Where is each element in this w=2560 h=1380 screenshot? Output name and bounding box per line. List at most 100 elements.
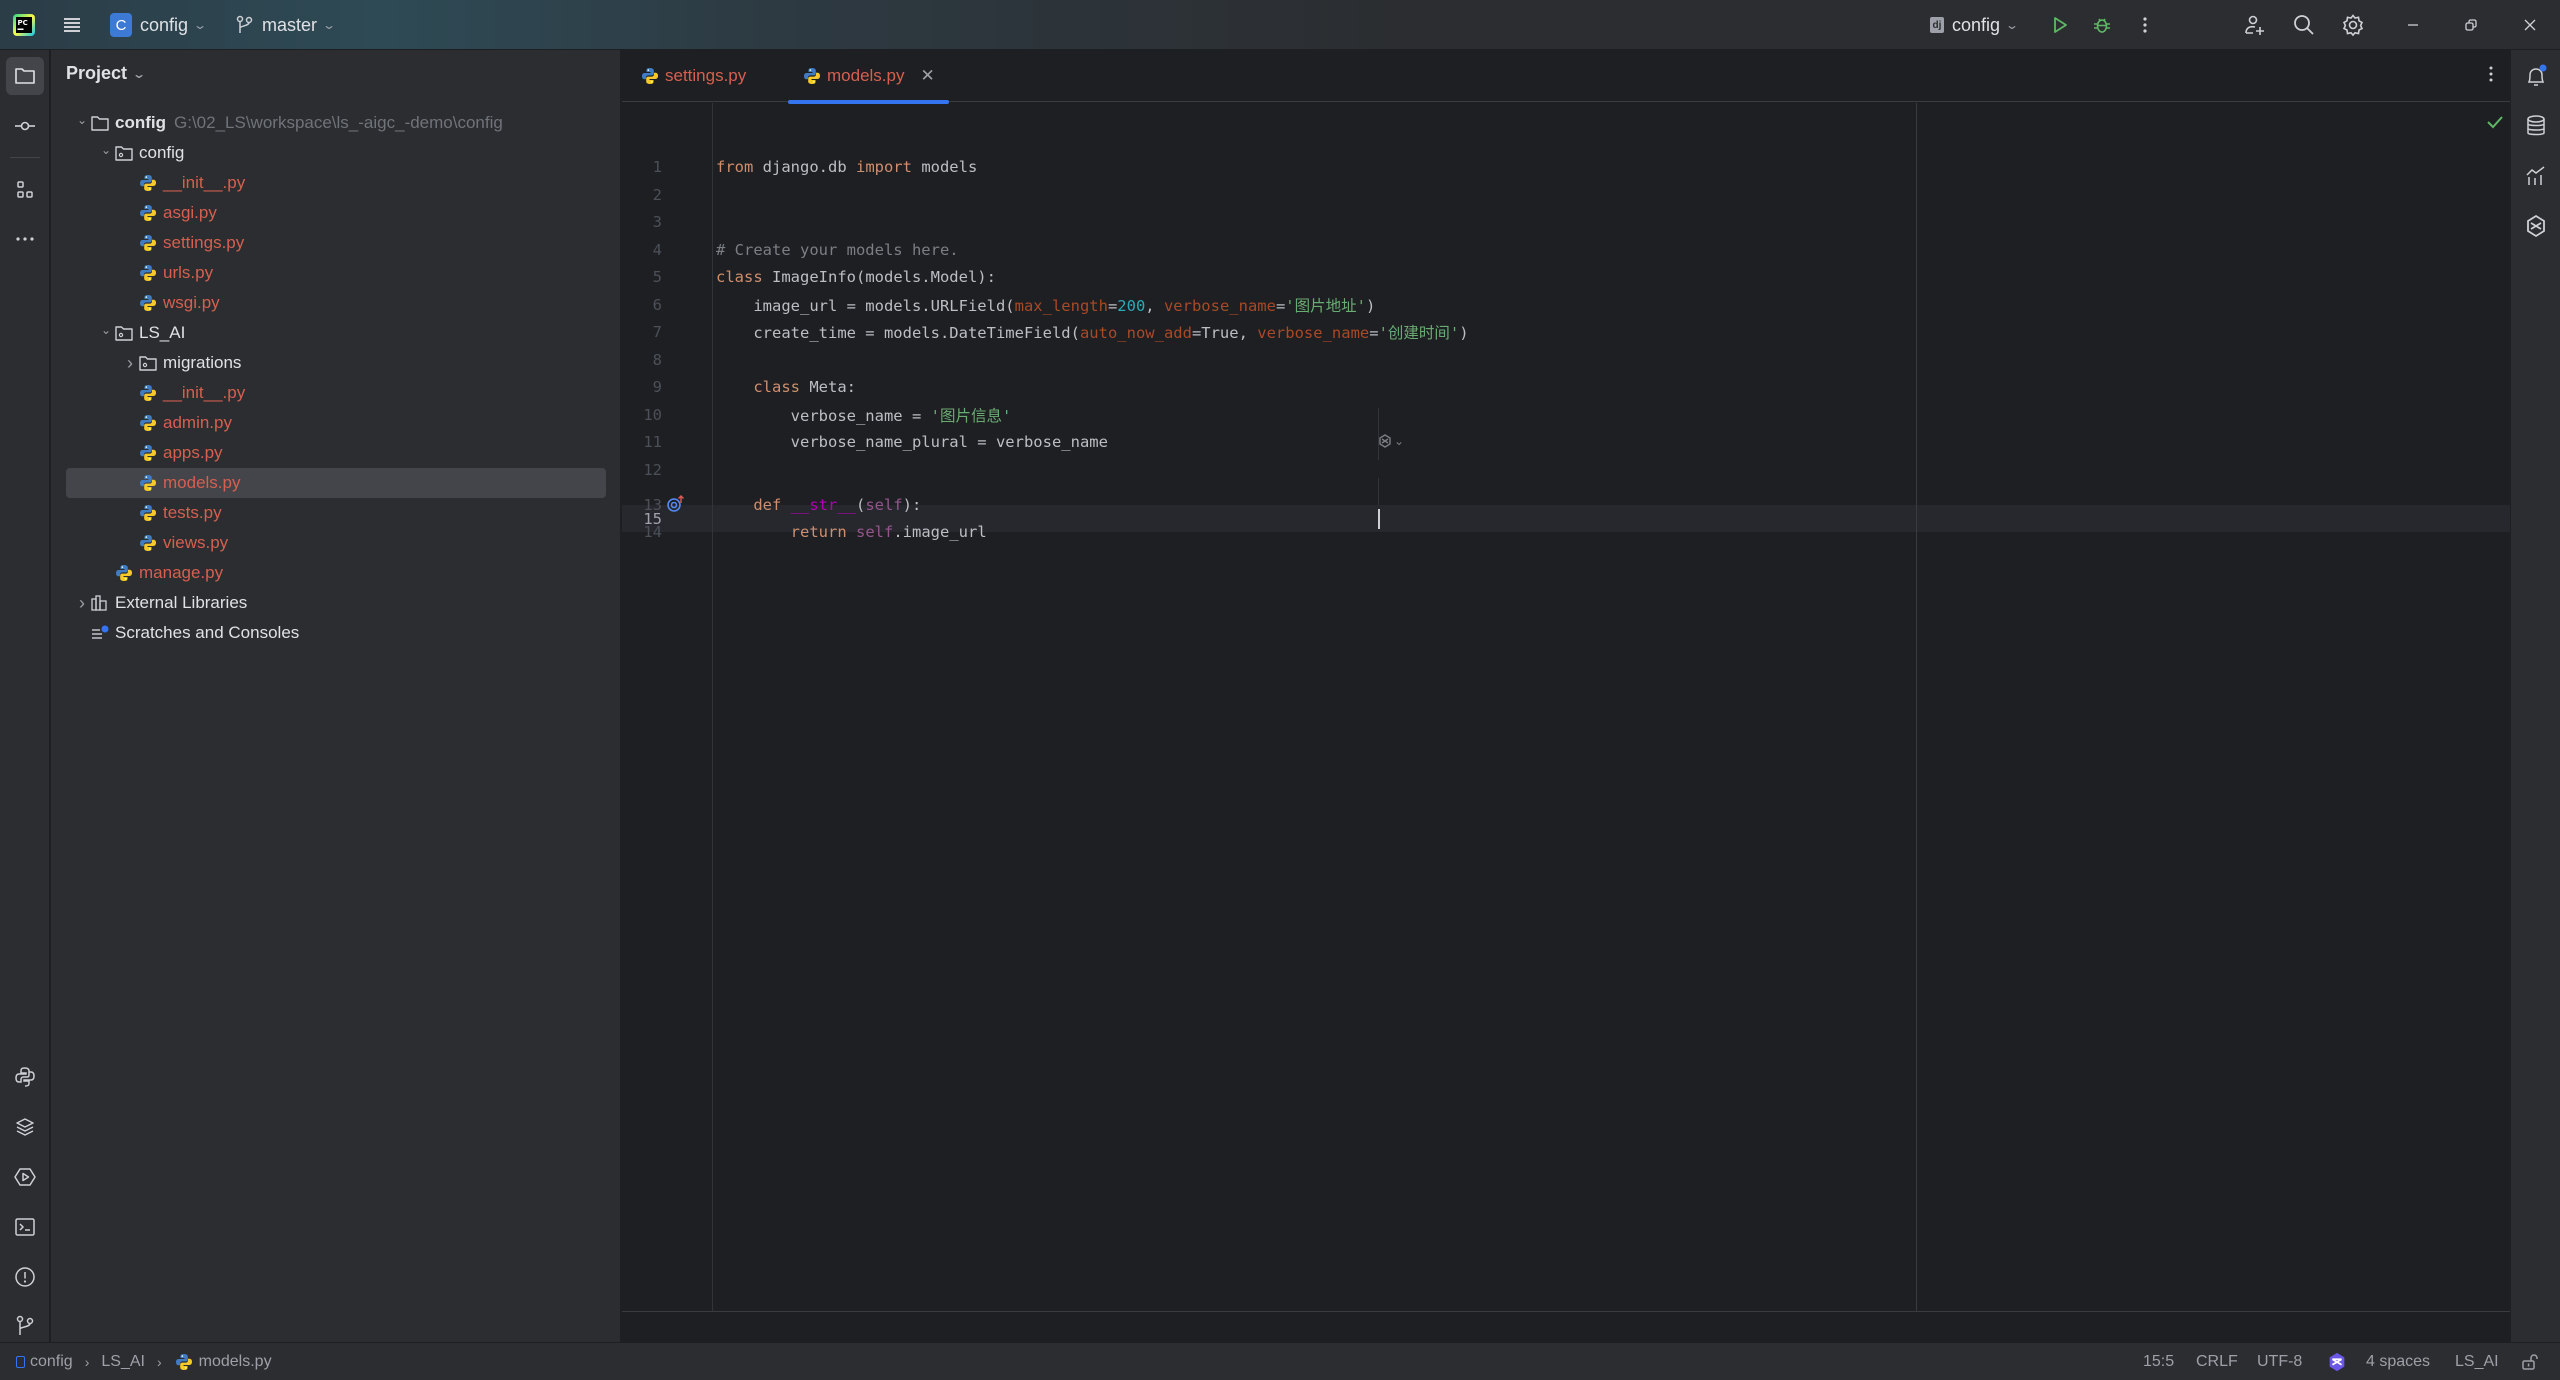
code-line[interactable]: 12: [622, 456, 2502, 483]
close-tab-icon[interactable]: ✕: [920, 66, 934, 86]
code-text: class ImageInfo(models.Model):: [716, 268, 996, 286]
breadcrumb-item[interactable]: LS_AI: [101, 1353, 145, 1371]
code-line[interactable]: 6 image_url = models.URLField(max_length…: [622, 291, 2502, 318]
python-file-icon: [138, 174, 158, 192]
tree-item[interactable]: admin.py: [66, 408, 606, 438]
tree-item[interactable]: › External Libraries: [66, 588, 606, 618]
debug-button[interactable]: [2087, 10, 2117, 40]
tree-item[interactable]: apps.py: [66, 438, 606, 468]
code-line[interactable]: 8: [622, 346, 2502, 373]
vcs-branch-widget[interactable]: master ⌄: [236, 0, 336, 50]
tree-item[interactable]: tests.py: [66, 498, 606, 528]
close-window-button[interactable]: [2515, 10, 2545, 40]
settings-button[interactable]: [2338, 10, 2368, 40]
tree-item[interactable]: asgi.py: [66, 198, 606, 228]
file-encoding[interactable]: UTF-8: [2257, 1343, 2302, 1380]
tree-item[interactable]: __init__.py: [66, 378, 606, 408]
line-number[interactable]: 3: [622, 213, 662, 231]
code-line[interactable]: 4 # Create your models here.: [622, 236, 2502, 263]
ai-assistant-inlay[interactable]: ⌄: [1378, 431, 1404, 451]
line-number[interactable]: 6: [622, 296, 662, 314]
code-line[interactable]: 11 verbose_name_plural = verbose_name: [622, 428, 2502, 455]
line-number[interactable]: 8: [622, 351, 662, 369]
python-packages-button[interactable]: [6, 1108, 44, 1146]
code-line[interactable]: 2: [622, 181, 2502, 208]
caret-position[interactable]: 15:5: [2143, 1343, 2174, 1380]
terminal-button[interactable]: [6, 1208, 44, 1246]
chevron-down-icon[interactable]: ⌄: [74, 113, 90, 127]
gear-icon: [2342, 14, 2364, 37]
line-number[interactable]: 12: [622, 461, 662, 479]
database-button[interactable]: [2517, 107, 2555, 145]
code-line[interactable]: 7 create_time = models.DateTimeField(aut…: [622, 318, 2502, 345]
sciview-button[interactable]: [2517, 157, 2555, 195]
tree-item-label: __init__.py: [163, 383, 246, 402]
minimize-icon: [2408, 24, 2418, 26]
line-number[interactable]: 2: [622, 186, 662, 204]
read-only-toggle[interactable]: [2521, 1343, 2539, 1380]
code-line[interactable]: 3: [622, 208, 2502, 235]
code-line[interactable]: 9 class Meta:: [622, 373, 2502, 400]
code-line[interactable]: 5 class ImageInfo(models.Model):: [622, 263, 2502, 290]
main-menu-button[interactable]: [60, 0, 84, 50]
tree-item[interactable]: urls.py: [66, 258, 606, 288]
python-console-button[interactable]: [6, 1058, 44, 1096]
restore-button[interactable]: [2456, 10, 2486, 40]
line-number[interactable]: 5: [622, 268, 662, 286]
chevron-down-icon[interactable]: ⌄: [98, 323, 114, 337]
search-everywhere-button[interactable]: [2289, 10, 2319, 40]
tree-item[interactable]: Scratches and Consoles: [66, 618, 606, 648]
breadcrumb-item[interactable]: models.py: [199, 1353, 272, 1371]
ai-assistant-button[interactable]: [2517, 207, 2555, 245]
tab-actions-button[interactable]: [2488, 64, 2494, 89]
no-problems-check-icon[interactable]: [2486, 114, 2504, 134]
minimize-button[interactable]: [2398, 10, 2428, 40]
tab-settings-py[interactable]: settings.py: [640, 50, 746, 102]
chevron-right-icon[interactable]: ›: [74, 593, 90, 614]
line-number[interactable]: 9: [622, 378, 662, 396]
project-widget[interactable]: C config ⌄: [110, 0, 207, 50]
tree-item[interactable]: ⌄ config G:\02_LS\workspace\ls_-aigc_-demo…: [66, 108, 606, 138]
code-with-me-button[interactable]: [2240, 10, 2270, 40]
commit-tool-button[interactable]: [6, 107, 44, 145]
line-number[interactable]: 15: [622, 510, 662, 528]
tree-item[interactable]: settings.py: [66, 228, 606, 258]
problems-button[interactable]: [6, 1258, 44, 1296]
tree-item[interactable]: views.py: [66, 528, 606, 558]
project-view-selector[interactable]: Project ⌄: [66, 63, 146, 84]
tree-item[interactable]: › migrations: [66, 348, 606, 378]
tab-models-py[interactable]: models.py ✕: [788, 50, 949, 104]
structure-tool-button[interactable]: [6, 171, 44, 209]
line-number[interactable]: 7: [622, 323, 662, 341]
more-tools-button[interactable]: [6, 220, 44, 258]
breadcrumb-item[interactable]: config: [30, 1353, 73, 1371]
python-interpreter[interactable]: LS_AI: [2455, 1343, 2499, 1380]
line-number[interactable]: 11: [622, 433, 662, 451]
tree-item[interactable]: ⌄ config: [66, 138, 606, 168]
line-number[interactable]: 10: [622, 406, 662, 424]
tree-item[interactable]: manage.py: [66, 558, 606, 588]
run-config-selector[interactable]: dj config ⌄: [1930, 0, 2019, 50]
project-tool-button[interactable]: [6, 57, 44, 95]
line-separator[interactable]: CRLF: [2196, 1343, 2238, 1380]
notifications-button[interactable]: [2517, 57, 2555, 95]
services-button[interactable]: [6, 1158, 44, 1196]
line-number[interactable]: 1: [622, 158, 662, 176]
ai-status-button[interactable]: [2326, 1343, 2348, 1380]
line-number[interactable]: 4: [622, 241, 662, 259]
tree-item[interactable]: __init__.py: [66, 168, 606, 198]
code-line[interactable]: 15: [622, 505, 2502, 532]
code-line[interactable]: 10 verbose_name = '图片信息': [622, 401, 2502, 428]
git-button[interactable]: [6, 1307, 44, 1345]
run-button[interactable]: [2045, 10, 2075, 40]
tree-item[interactable]: ⌄ LS_AI: [66, 318, 606, 348]
more-actions-button[interactable]: [2130, 10, 2160, 40]
tree-item[interactable]: models.py: [66, 468, 606, 498]
code-token: verbose_name =: [716, 406, 931, 425]
tree-item[interactable]: wsgi.py: [66, 288, 606, 318]
indent-setting[interactable]: 4 spaces: [2366, 1343, 2430, 1380]
chevron-right-icon[interactable]: ›: [122, 353, 138, 374]
code-line[interactable]: 1 from django.db import models: [622, 153, 2502, 180]
chevron-down-icon[interactable]: ⌄: [98, 143, 114, 157]
branch-name: master: [262, 14, 318, 35]
